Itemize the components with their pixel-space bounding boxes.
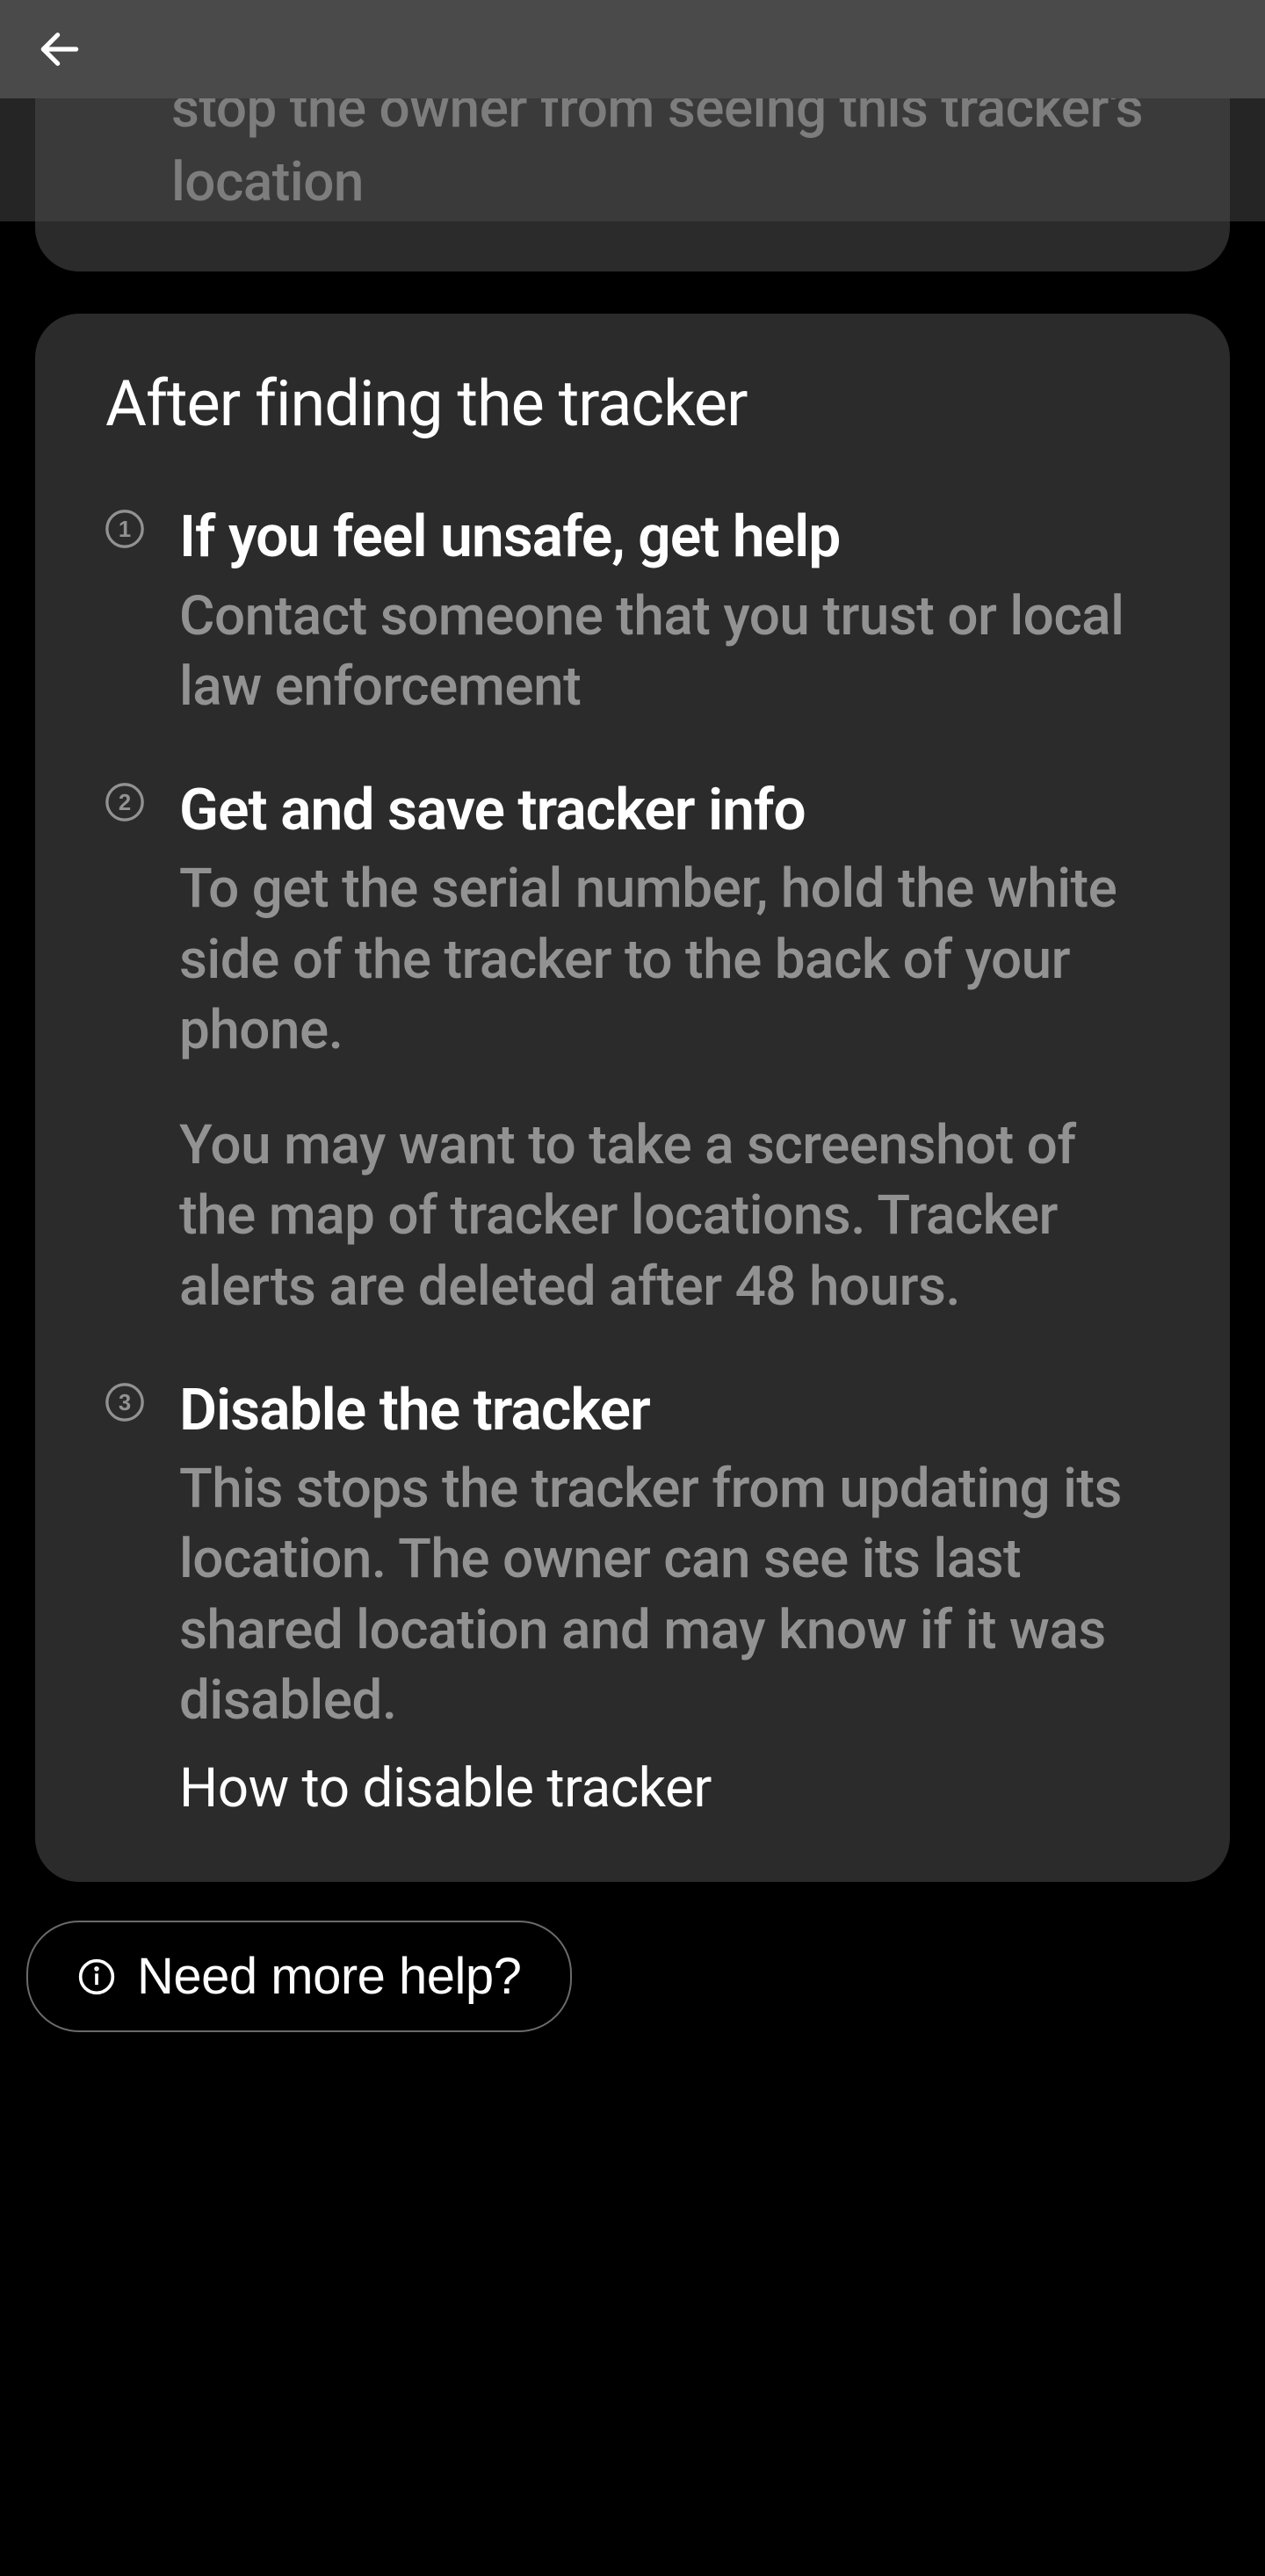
step-2-heading: Get and save tracker info	[179, 776, 1160, 845]
svg-text:2: 2	[119, 791, 131, 815]
step-1-content: If you feel unsafe, get help Contact som…	[179, 503, 1160, 722]
svg-text:3: 3	[119, 1391, 131, 1415]
app-header	[0, 0, 1265, 98]
main-content: stop the owner from seeing this tracker'…	[0, 0, 1265, 2067]
step-number-3-icon: 3	[105, 1383, 144, 1422]
arrow-left-icon	[35, 25, 84, 74]
step-number-2-icon: 2	[105, 783, 144, 821]
step-3-heading: Disable the tracker	[179, 1376, 1160, 1445]
card-title: After finding the tracker	[105, 366, 1160, 441]
help-button-label: Need more help?	[137, 1947, 521, 2006]
need-more-help-button[interactable]: Need more help?	[26, 1921, 572, 2032]
after-finding-card: After finding the tracker 1 If you feel …	[35, 314, 1230, 1882]
info-icon	[77, 1957, 116, 1996]
step-1-heading: If you feel unsafe, get help	[179, 503, 1160, 572]
disable-tracker-link[interactable]: How to disable tracker	[179, 1756, 1160, 1820]
step-2-description-2: You may want to take a screenshot of the…	[179, 1111, 1160, 1323]
step-2: 2 Get and save tracker info To get the s…	[105, 776, 1160, 1323]
step-1-description: Contact someone that you trust or local …	[179, 582, 1160, 723]
step-3-content: Disable the tracker This stops the track…	[179, 1376, 1160, 1821]
step-3: 3 Disable the tracker This stops the tra…	[105, 1376, 1160, 1821]
back-button[interactable]	[35, 25, 84, 74]
step-2-content: Get and save tracker info To get the ser…	[179, 776, 1160, 1323]
partial-previous-card: stop the owner from seeing this tracker'…	[35, 72, 1230, 271]
step-1: 1 If you feel unsafe, get help Contact s…	[105, 503, 1160, 722]
step-number-1-icon: 1	[105, 510, 144, 548]
step-3-description: This stops the tracker from updating its…	[179, 1454, 1160, 1737]
svg-text:1: 1	[119, 518, 131, 543]
step-2-description: To get the serial number, hold the white…	[179, 854, 1160, 1067]
